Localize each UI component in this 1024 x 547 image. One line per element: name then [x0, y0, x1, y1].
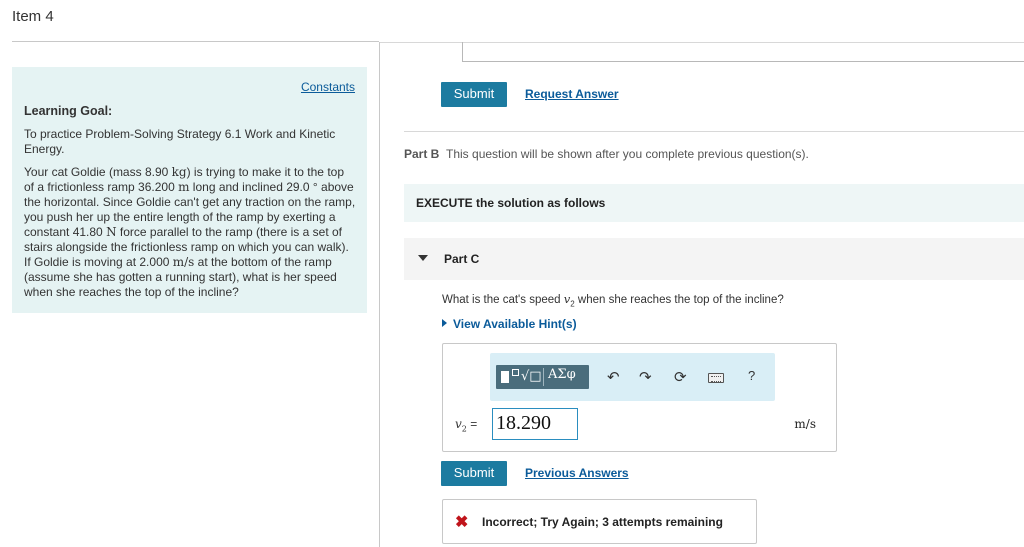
part-b-text: This question will be shown after you co…: [446, 147, 809, 161]
learning-goal-heading: Learning Goal:: [24, 104, 113, 118]
math-toolbar: √□ ΑΣφ ↶ ↷ ⟳ ?: [490, 353, 775, 401]
feedback-box: ✖ Incorrect; Try Again; 3 attempts remai…: [442, 499, 757, 544]
part-c-submit-button[interactable]: Submit: [441, 461, 507, 486]
expand-triangle-icon: [442, 319, 447, 327]
greek-symbols-button[interactable]: ΑΣφ: [548, 367, 576, 382]
header-divider: [12, 41, 379, 42]
request-answer-link[interactable]: Request Answer: [525, 87, 619, 101]
reset-icon[interactable]: ⟳: [674, 368, 687, 386]
redo-icon[interactable]: ↷: [639, 368, 652, 386]
part-b-divider: [404, 131, 1024, 132]
execute-heading: EXECUTE the solution as follows: [416, 196, 606, 210]
previous-answers-link[interactable]: Previous Answers: [525, 466, 629, 480]
unit-n: N: [106, 225, 117, 239]
view-hints-label: View Available Hint(s): [453, 317, 577, 331]
feedback-text: Incorrect; Try Again; 3 attempts remaini…: [482, 515, 723, 529]
part-c-question: What is the cat's speed v2 when she reac…: [442, 292, 784, 308]
radical-icon: √□: [521, 369, 542, 384]
part-a-submit-button[interactable]: Submit: [441, 82, 507, 107]
part-b-label: Part B: [404, 147, 440, 161]
incorrect-x-icon: ✖: [455, 514, 469, 531]
template-small-block-icon: [512, 369, 519, 376]
question-text: when she reaches the top of the incline?: [574, 294, 784, 306]
templates-icon[interactable]: √□: [501, 368, 542, 386]
collapse-caret-icon[interactable]: [418, 255, 428, 261]
answer-label: v2 =: [455, 417, 477, 433]
answer-box: √□ ΑΣφ ↶ ↷ ⟳ ? v2 = 18.290 m/s: [442, 343, 837, 452]
toolbar-separator: [543, 368, 544, 386]
part-a-answer-frame: [462, 42, 1024, 62]
part-c-label: Part C: [444, 252, 480, 266]
part-c-header[interactable]: Part C: [404, 238, 1024, 280]
keyboard-icon[interactable]: [708, 373, 724, 383]
column-divider: [379, 42, 380, 547]
toolbar-palette-group: √□ ΑΣφ: [496, 365, 589, 389]
part-b: Part B This question will be shown after…: [404, 147, 809, 161]
view-hints-link[interactable]: View Available Hint(s): [442, 317, 577, 331]
template-block-icon: [501, 371, 509, 383]
constants-link[interactable]: Constants: [301, 80, 355, 94]
undo-icon[interactable]: ↶: [607, 368, 620, 386]
unit-kg: kg: [171, 165, 187, 179]
help-button[interactable]: ?: [748, 368, 755, 383]
answer-equals: =: [466, 417, 478, 431]
answer-input[interactable]: 18.290: [492, 408, 578, 440]
problem-text: Your cat Goldie (mass 8.90: [24, 165, 172, 179]
execute-section: EXECUTE the solution as follows: [404, 184, 1024, 222]
question-text: What is the cat's speed: [442, 294, 564, 306]
learning-goal-panel: Constants Learning Goal: To practice Pro…: [12, 67, 367, 313]
answer-variable: v: [455, 417, 462, 431]
unit-ms: m/s: [172, 255, 195, 269]
answer-unit: m/s: [794, 417, 816, 431]
item-title: Item 4: [12, 8, 54, 25]
unit-m: m: [178, 180, 190, 194]
problem-statement: Your cat Goldie (mass 8.90 kg) is trying…: [24, 165, 356, 300]
learning-goal-intro: To practice Problem-Solving Strategy 6.1…: [24, 127, 336, 156]
